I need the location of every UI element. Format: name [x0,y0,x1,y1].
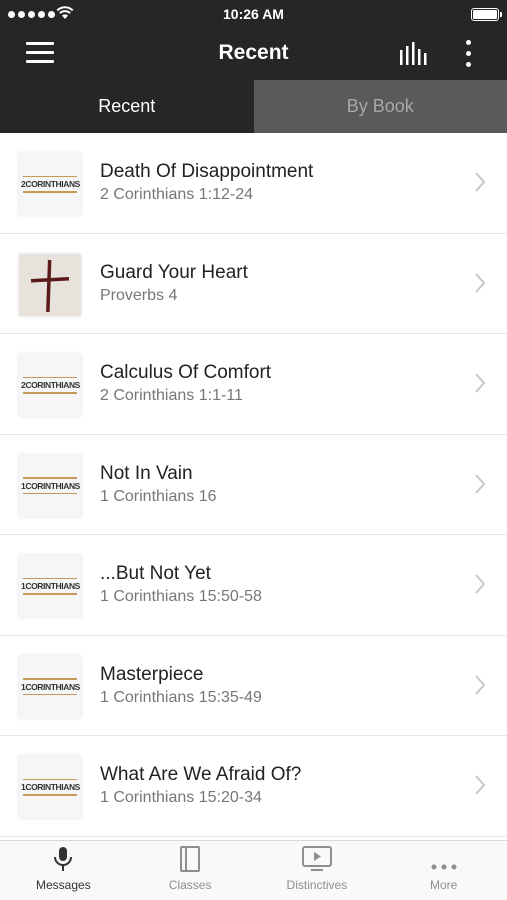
chevron-right-icon [475,373,486,393]
thumbnail-text: 1CORINTHIANS [21,681,80,692]
thumbnail-text: 1CORINTHIANS [21,581,80,591]
message-title: Calculus Of Comfort [100,362,272,383]
tab-recent[interactable]: Recent [0,80,254,133]
list-item[interactable]: 1CORINTHIANS Masterpiece 1 Corinthians 1… [0,635,507,736]
tv-play-icon [301,846,332,871]
status-time: 10:26 AM [223,6,284,22]
message-title: ...But Not Yet [100,563,211,584]
message-reference: 1 Corinthians 15:20-34 [100,789,262,806]
thumbnail-text: 1CORINTHIANS [21,782,80,792]
tab-label: Messages [36,878,91,892]
bottom-tab-bar: Messages Classes Distinctives More [0,840,507,900]
message-reference: 1 Corinthians 15:50-58 [100,588,262,605]
cross-icon [30,259,70,312]
message-reference: 1 Corinthians 16 [100,487,217,505]
message-title: What Are We Afraid Of? [100,764,302,785]
series-thumbnail: 1CORINTHIANS [19,454,81,517]
chevron-right-icon [475,272,486,293]
page-title: Recent [218,41,289,64]
battery-icon [471,8,502,21]
series-thumbnail: 2CORINTHIANS [19,354,81,416]
message-reference: 2 Corinthians 1:1-11 [100,387,243,404]
chevron-right-icon [475,473,486,494]
series-thumbnail: 1CORINTHIANS [19,555,81,617]
vertical-dots-icon[interactable] [462,38,474,68]
tab-more[interactable]: More [380,841,507,900]
status-bar: 10:26 AM [0,0,507,28]
series-thumbnail: 1CORINTHIANS [19,756,81,818]
audio-bars-icon[interactable] [398,41,430,65]
chevron-right-icon [475,775,486,795]
list-item[interactable]: 1CORINTHIANS ...But Not Yet 1 Corinthian… [0,535,507,636]
list-item[interactable]: 1CORINTHIANS What Are We Afraid Of? 1 Co… [0,736,507,837]
chevron-right-icon [475,574,486,594]
thumbnail-text: 2CORINTHIANS [21,179,80,189]
book-icon [180,846,201,872]
message-reference: Proverbs 4 [100,286,178,304]
message-list: 2CORINTHIANS Death Of Disappointment 2 C… [0,133,507,840]
thumbnail-text: 2CORINTHIANS [21,380,80,390]
tab-by-book[interactable]: By Book [253,80,507,133]
more-dots-icon [431,864,457,870]
message-title: Not In Vain [100,462,193,484]
microphone-icon [54,847,73,871]
tab-label: Distinctives [286,878,348,892]
message-reference: 2 Corinthians 1:12-24 [100,186,253,203]
message-title: Masterpiece [100,663,204,685]
list-item[interactable]: 2CORINTHIANS Calculus Of Comfort 2 Corin… [0,334,507,435]
series-thumbnail: 2CORINTHIANS [19,153,81,215]
tab-classes[interactable]: Classes [127,841,254,900]
series-thumbnail: 1CORINTHIANS [19,655,81,718]
tab-messages[interactable]: Messages [0,841,127,900]
message-title: Guard Your Heart [100,261,248,283]
tab-label: More [429,878,458,892]
chevron-right-icon [475,172,486,192]
tab-distinctives[interactable]: Distinctives [254,841,381,900]
list-item[interactable]: 2CORINTHIANS Death Of Disappointment 2 C… [0,133,507,234]
segment-tabs: Recent By Book [0,80,507,133]
hamburger-menu-icon[interactable] [26,42,54,64]
message-title: Death Of Disappointment [100,161,314,182]
message-reference: 1 Corinthians 15:35-49 [100,688,262,706]
thumbnail-text: 1CORINTHIANS [21,480,80,491]
navigation-bar: Recent [0,28,507,80]
list-item[interactable]: Guard Your Heart Proverbs 4 [0,233,507,334]
chevron-right-icon [475,674,486,695]
list-item[interactable]: 1CORINTHIANS Not In Vain 1 Corinthians 1… [0,434,507,535]
tab-label: Classes [168,878,212,892]
series-thumbnail [19,253,81,316]
